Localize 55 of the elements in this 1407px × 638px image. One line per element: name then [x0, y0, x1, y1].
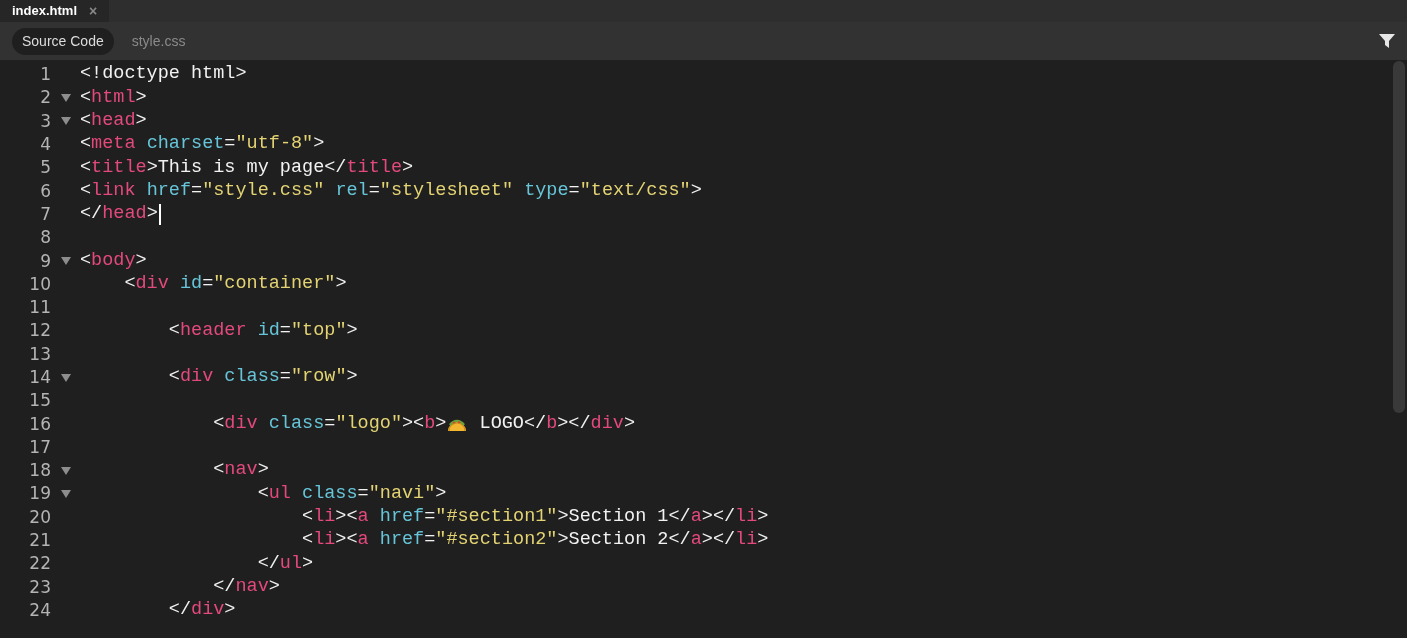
- line-number: 23: [28, 578, 51, 596]
- line-number: 21: [28, 532, 51, 550]
- code-line: </ul>: [256, 554, 314, 574]
- code-line: <link href="style.css" rel="stylesheet" type="text/css">: [80, 181, 702, 201]
- code-line: <div class="logo"><b> LOGO</b></div>: [212, 414, 635, 434]
- line-number: 19: [28, 485, 51, 503]
- code-line: <nav>: [212, 461, 269, 480]
- code-line: <div id="container">: [123, 275, 347, 294]
- line-number: 20: [28, 508, 51, 526]
- view-tab[interactable]: Source Code: [12, 27, 114, 55]
- code-line: <li><a href="#section2">Section 2</a></li>: [301, 531, 769, 550]
- code-line: </nav>: [212, 577, 280, 597]
- fold-toggle-icon[interactable]: [60, 466, 71, 475]
- scrollbar-thumb[interactable]: [1393, 61, 1405, 413]
- fold-toggle-icon[interactable]: [60, 373, 71, 382]
- line-number: 9: [39, 252, 51, 270]
- code-line: </head>: [80, 203, 161, 225]
- line-number: 22: [28, 555, 51, 573]
- line-number: 8: [39, 229, 51, 247]
- line-number: 13: [28, 345, 51, 363]
- code-line: <meta charset="utf-8">: [80, 135, 325, 154]
- line-number: 6: [39, 182, 51, 200]
- line-number: 7: [39, 205, 51, 223]
- code-line: <ul class="navi">: [256, 484, 447, 504]
- fold-toggle-icon[interactable]: [60, 93, 71, 102]
- line-number: 4: [39, 136, 51, 154]
- fold-toggle-icon[interactable]: [60, 117, 71, 126]
- close-tab-button[interactable]: ×: [85, 0, 102, 22]
- line-number: 17: [28, 438, 51, 456]
- code-line: </div>: [167, 601, 236, 620]
- line-number: 10: [28, 275, 51, 293]
- code-line: <div class="row">: [167, 368, 358, 387]
- line-number: 12: [28, 322, 51, 340]
- line-number: 11: [28, 299, 51, 317]
- line-number: 15: [28, 392, 51, 410]
- line-number: 14: [28, 369, 51, 386]
- line-number: 5: [39, 159, 51, 177]
- fold-toggle-icon[interactable]: [60, 257, 71, 265]
- line-number: 1: [39, 66, 51, 84]
- code-line: <head>: [80, 112, 147, 131]
- view-tab[interactable]: style.css: [121, 27, 196, 55]
- line-number: 3: [39, 112, 51, 130]
- filter-icon[interactable]: [1379, 33, 1395, 49]
- fold-toggle-icon[interactable]: [60, 490, 71, 498]
- code-line: <body>: [80, 251, 147, 271]
- file-tab[interactable]: index.html ×: [0, 0, 110, 22]
- line-number: 18: [28, 462, 51, 480]
- line-number: 24: [28, 601, 51, 619]
- code-line: <html>: [80, 88, 147, 108]
- code-line: <title>This is my page</title>: [80, 158, 414, 178]
- line-number: 2: [39, 89, 51, 107]
- code-line: <header id="top">: [167, 321, 358, 341]
- code-line: <li><a href="#section1">Section 1</a></li>: [301, 508, 769, 527]
- code-line: <!doctype html>: [80, 65, 247, 84]
- line-number: 16: [28, 415, 51, 433]
